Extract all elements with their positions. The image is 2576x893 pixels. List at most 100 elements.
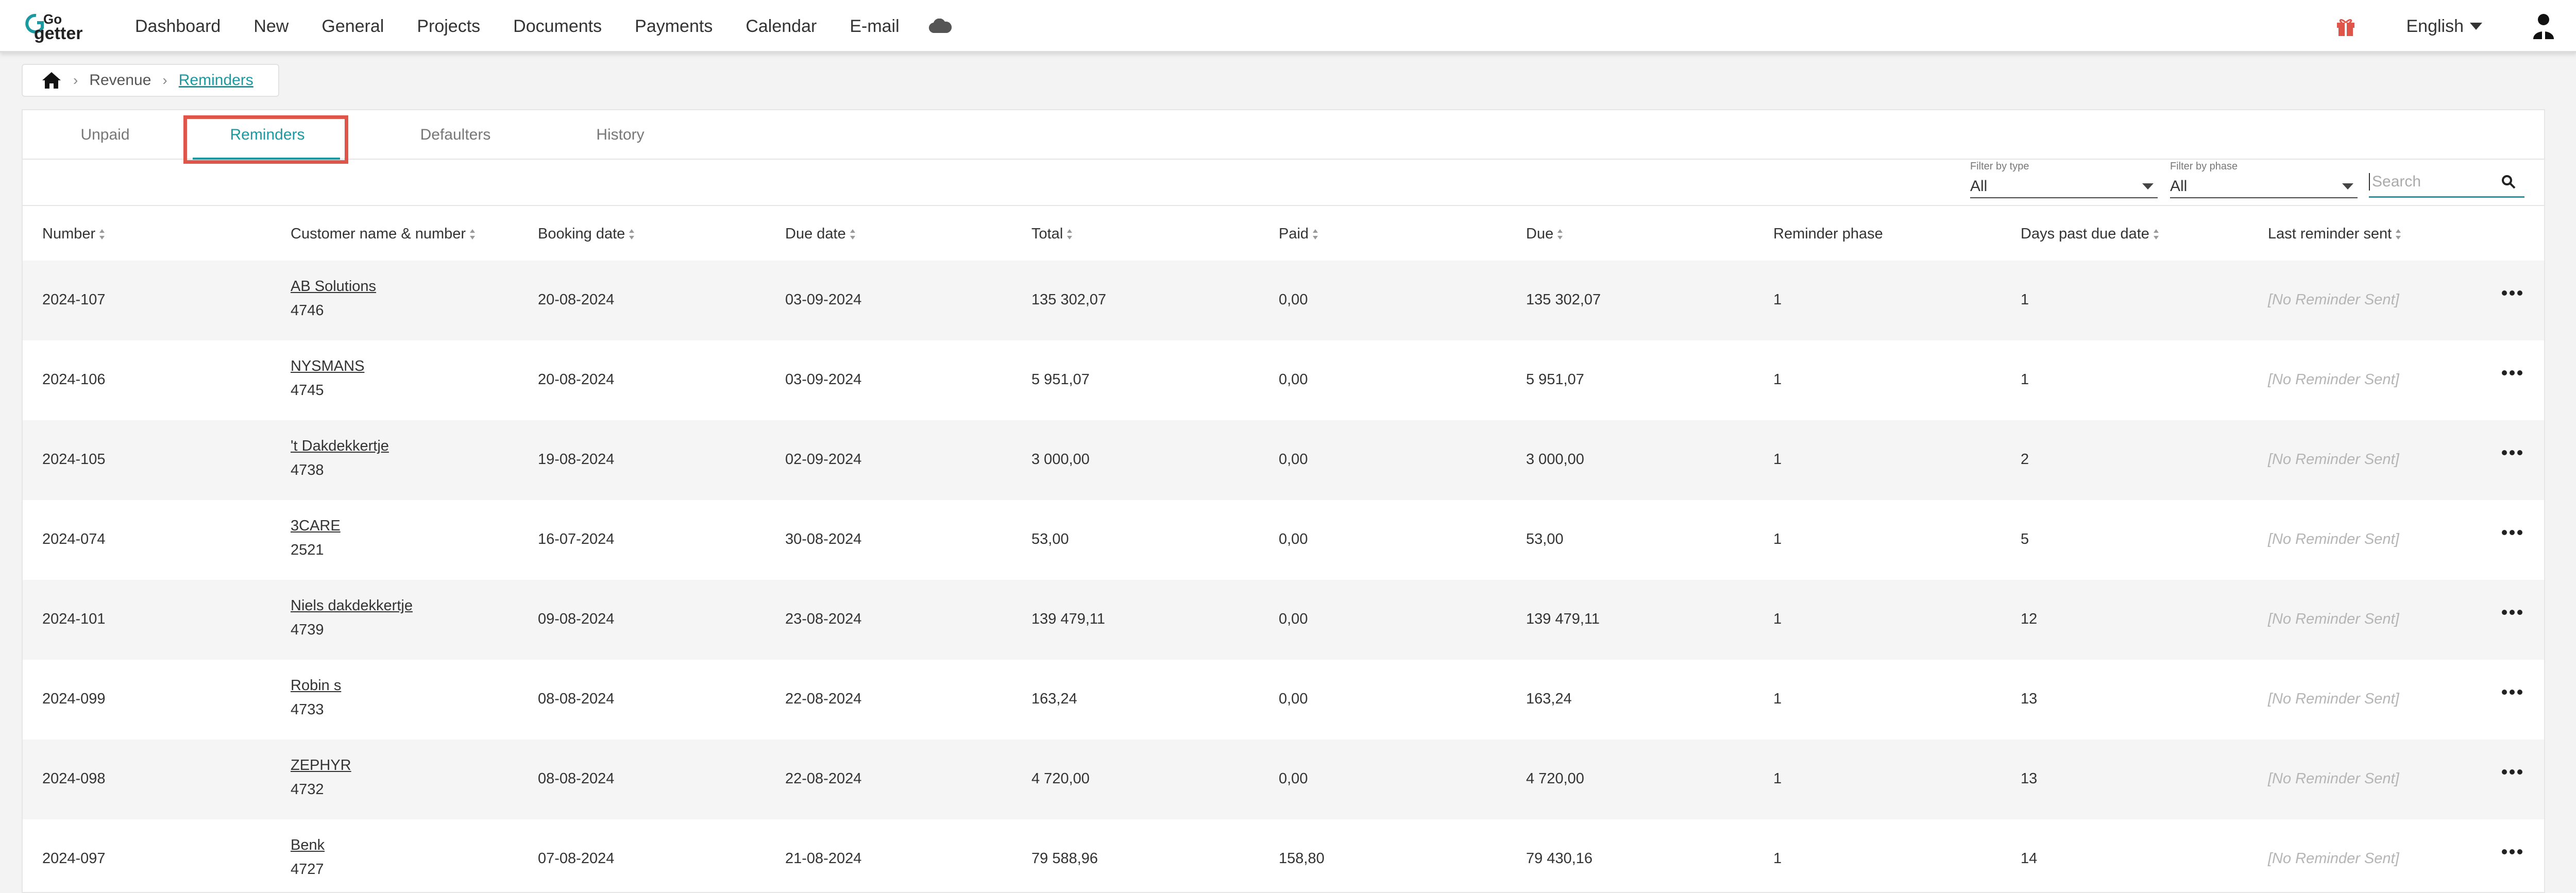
breadcrumb: › Revenue › Reminders xyxy=(22,64,279,97)
customer-cell: NYSMANS 4745 xyxy=(291,358,364,399)
col-last-reminder-cell: [No Reminder Sent] xyxy=(2268,850,2399,867)
filter-phase-select[interactable]: All xyxy=(2170,176,2358,198)
col-total-cell: 135 302,07 xyxy=(1031,291,1107,308)
table-row[interactable]: 2024-098 ZEPHYR 4732 08-08-2024 22-08-2024 4 … xyxy=(23,740,2544,819)
search-icon[interactable] xyxy=(2501,174,2516,190)
column-header-label: Total xyxy=(1031,226,1063,242)
customer-name-link[interactable]: NYSMANS xyxy=(291,358,364,374)
col-days-past-due-cell: 14 xyxy=(2021,850,2038,867)
col-days-past-due-cell: 1 xyxy=(2021,371,2029,388)
col-last-reminder-cell: [No Reminder Sent] xyxy=(2268,451,2399,468)
column-header-label: Customer name & number xyxy=(291,226,466,242)
col-number-cell: 2024-099 xyxy=(42,691,106,707)
col-booking-date-cell: 07-08-2024 xyxy=(538,850,615,867)
nav-general[interactable]: General xyxy=(321,16,384,37)
col-total-header[interactable]: Total xyxy=(1031,207,1073,261)
col-paid-cell: 0,00 xyxy=(1279,531,1308,547)
home-icon[interactable] xyxy=(41,71,62,90)
sort-icon xyxy=(850,229,855,240)
nav-new[interactable]: New xyxy=(253,16,289,37)
col-number-header[interactable]: Number xyxy=(42,207,106,261)
nav-projects[interactable]: Projects xyxy=(417,16,480,37)
gogetter-logo[interactable]: Go getter xyxy=(25,8,102,44)
table-row[interactable]: 2024-074 3CARE 2521 16-07-2024 30-08-2024 53,… xyxy=(23,500,2544,580)
customer-number: 4738 xyxy=(291,462,324,478)
col-number-cell: 2024-098 xyxy=(42,770,106,787)
chevron-down-icon xyxy=(2142,183,2154,190)
table-row[interactable]: 2024-107 AB Solutions 4746 20-08-2024 03-09-… xyxy=(23,261,2544,340)
breadcrumb-reminders[interactable]: Reminders xyxy=(179,72,253,89)
col-booking-date-header[interactable]: Booking date xyxy=(538,207,635,261)
col-due-date-cell: 03-09-2024 xyxy=(785,291,862,308)
sort-icon xyxy=(470,229,476,240)
customer-name-link[interactable]: 3CARE xyxy=(291,518,341,534)
nav-calendar[interactable]: Calendar xyxy=(745,16,817,37)
cloud-icon[interactable] xyxy=(928,19,952,34)
customer-name-link[interactable]: Niels dakdekkertje xyxy=(291,597,413,614)
sort-icon xyxy=(2396,229,2401,240)
col-due-date-header[interactable]: Due date xyxy=(785,207,856,261)
col-days-past-due-cell: 1 xyxy=(2021,291,2029,308)
col-paid-cell: 158,80 xyxy=(1279,850,1325,867)
column-header-label: Booking date xyxy=(538,226,625,242)
customer-name-link[interactable]: ZEPHYR xyxy=(291,757,351,774)
filter-type-select[interactable]: All xyxy=(1970,176,2158,198)
customer-cell: Benk 4727 xyxy=(291,837,325,878)
gift-icon[interactable] xyxy=(2335,15,2357,37)
col-paid-cell: 0,00 xyxy=(1279,371,1308,388)
more-horizontal-icon[interactable] xyxy=(2501,369,2523,376)
more-horizontal-icon[interactable] xyxy=(2501,848,2523,855)
col-last-reminder-cell: [No Reminder Sent] xyxy=(2268,611,2399,627)
col-reminder-phase-cell: 1 xyxy=(1773,691,1782,707)
nav-email[interactable]: E-mail xyxy=(850,16,899,37)
top-navbar: Go getter Dashboard New General Projects… xyxy=(0,0,2576,53)
col-number-cell: 2024-105 xyxy=(42,451,106,468)
table-row[interactable]: 2024-105 't Dakdekkertje 4738 19-08-2024 02-… xyxy=(23,420,2544,500)
tab-history[interactable]: History xyxy=(558,110,682,160)
col-customer-header[interactable]: Customer name & number xyxy=(291,207,476,261)
more-horizontal-icon[interactable] xyxy=(2501,768,2523,776)
table-row[interactable]: 2024-097 Benk 4727 07-08-2024 21-08-2024 79 5… xyxy=(23,819,2544,893)
filter-phase: Filter by phase All xyxy=(2170,161,2358,198)
customer-name-link[interactable]: 't Dakdekkertje xyxy=(291,438,389,454)
table-row[interactable]: 2024-101 Niels dakdekkertje 4739 09-08-2024… xyxy=(23,580,2544,660)
col-days-past-due-header[interactable]: Days past due date xyxy=(2021,207,2160,261)
more-horizontal-icon[interactable] xyxy=(2501,689,2523,696)
column-header-label: Reminder phase xyxy=(1773,226,1883,242)
nav-documents[interactable]: Documents xyxy=(513,16,602,37)
divider xyxy=(23,205,2544,206)
tab-reminders[interactable]: Reminders xyxy=(208,110,327,160)
col-paid-header[interactable]: Paid xyxy=(1279,207,1319,261)
tab-unpaid[interactable]: Unpaid xyxy=(54,110,157,160)
main-nav: Dashboard New General Projects Documents… xyxy=(135,0,952,53)
column-header-label: Last reminder sent xyxy=(2268,226,2392,242)
customer-number: 4733 xyxy=(291,701,324,718)
nav-dashboard[interactable]: Dashboard xyxy=(135,16,221,37)
language-select[interactable]: English xyxy=(2406,16,2482,37)
col-due-cell: 163,24 xyxy=(1526,691,1572,707)
table-row[interactable]: 2024-099 Robin s 4733 08-08-2024 22-08-2024 1… xyxy=(23,660,2544,740)
table-row[interactable]: 2024-106 NYSMANS 4745 20-08-2024 03-09-2024 5… xyxy=(23,340,2544,420)
more-horizontal-icon[interactable] xyxy=(2501,529,2523,536)
customer-cell: 3CARE 2521 xyxy=(291,518,341,559)
col-last-reminder-header[interactable]: Last reminder sent xyxy=(2268,207,2402,261)
tab-defaulters[interactable]: Defaulters xyxy=(378,110,533,160)
customer-cell: Niels dakdekkertje 4739 xyxy=(291,597,413,639)
col-days-past-due-cell: 2 xyxy=(2021,451,2029,468)
more-horizontal-icon[interactable] xyxy=(2501,449,2523,456)
sort-icon xyxy=(1557,229,1563,240)
customer-name-link[interactable]: Benk xyxy=(291,837,325,853)
search-input[interactable] xyxy=(2369,173,2493,191)
col-due-header[interactable]: Due xyxy=(1526,207,1564,261)
breadcrumb-revenue[interactable]: Revenue xyxy=(89,72,151,89)
filter-type-label: Filter by type xyxy=(1970,161,2029,172)
customer-name-link[interactable]: Robin s xyxy=(291,677,341,694)
filter-phase-value: All xyxy=(2170,178,2188,195)
more-horizontal-icon[interactable] xyxy=(2501,289,2523,297)
more-horizontal-icon[interactable] xyxy=(2501,609,2523,616)
user-icon[interactable] xyxy=(2532,12,2555,40)
col-booking-date-cell: 08-08-2024 xyxy=(538,770,615,787)
customer-cell: 't Dakdekkertje 4738 xyxy=(291,438,389,479)
customer-name-link[interactable]: AB Solutions xyxy=(291,278,376,295)
nav-payments[interactable]: Payments xyxy=(635,16,713,37)
